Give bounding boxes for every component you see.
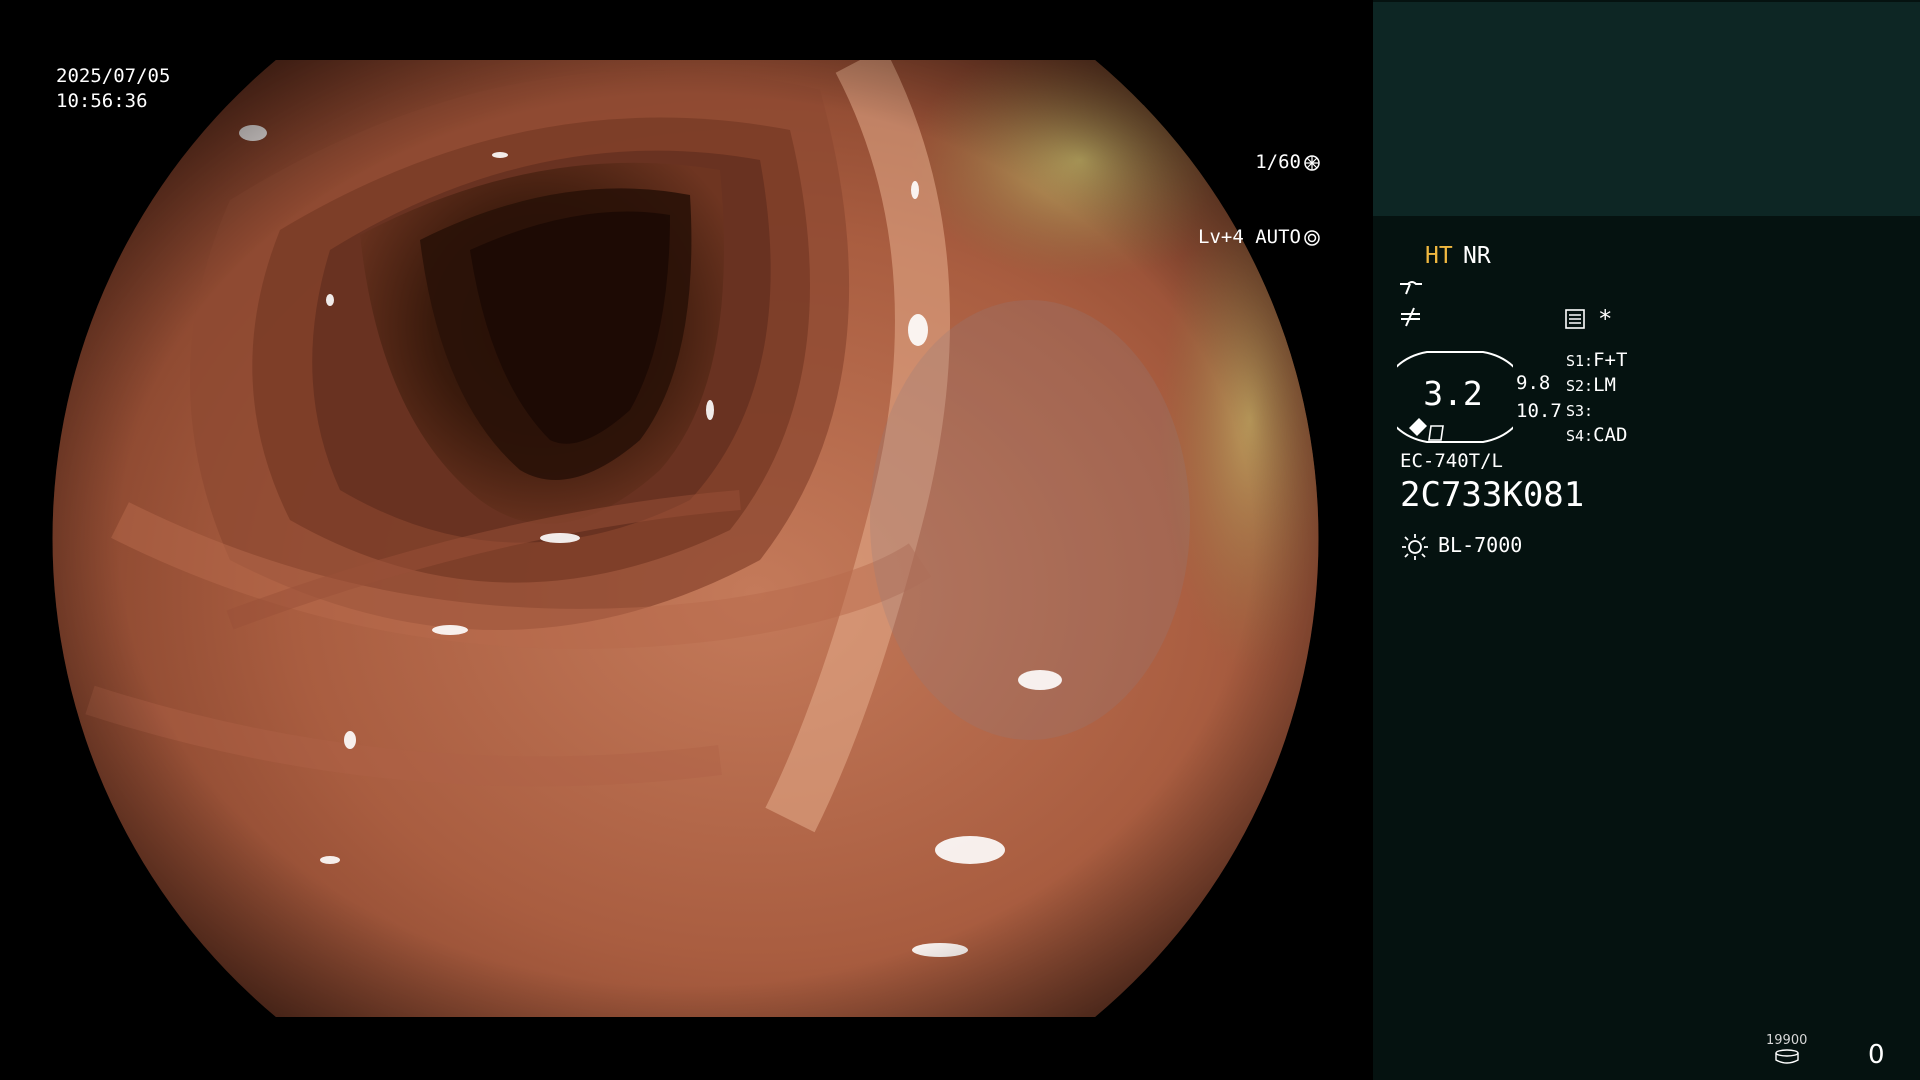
endoscopic-image <box>52 60 1319 1017</box>
storage-icon <box>1775 1049 1799 1064</box>
shutter-speed: 1/60 <box>1255 151 1301 173</box>
wave-icon <box>1400 281 1422 295</box>
scope-model: EC-740T/L <box>1400 450 1503 472</box>
switch-3: S3: <box>1566 399 1593 421</box>
iris-mode-icon <box>1304 229 1320 246</box>
light-source-model: BL-7000 <box>1438 533 1523 557</box>
scope-serial-number: 2C733K081 <box>1400 475 1585 515</box>
patient-info-area <box>1373 2 1920 216</box>
endoscopy-monitor: 2025/07/05 10:56:36 1/60 Lv+4 AUTO HT NR <box>0 0 1920 1080</box>
menu-icon <box>1565 309 1585 329</box>
info-panel: HT NR * 3.2 9.8 10.7 S1:F+T S2:LM S3: S4… <box>1373 0 1920 1080</box>
switch-4: S4:CAD <box>1566 424 1627 446</box>
switch-2-value: LM <box>1593 374 1616 396</box>
date-text: 2025/07/05 <box>56 65 171 87</box>
switch-4-key: S4: <box>1566 427 1594 445</box>
switch-1: S1:F+T <box>1566 349 1627 371</box>
switch-3-key: S3: <box>1566 402 1594 420</box>
switch-1-key: S1: <box>1566 352 1594 370</box>
mode-ht: HT <box>1425 243 1453 269</box>
time-text: 10:56:36 <box>56 90 148 112</box>
distance-value-2: 10.7 <box>1516 400 1562 422</box>
capture-count: 0 <box>1868 1040 1885 1070</box>
light-source-icon <box>1402 534 1428 560</box>
exposure-display: 1/60 Lv+4 AUTO <box>1198 100 1321 300</box>
switch-2: S2:LM <box>1566 374 1616 396</box>
asterisk-icon: * <box>1598 305 1613 333</box>
mode-nr: NR <box>1463 243 1491 269</box>
switch-1-value: F+T <box>1593 349 1628 371</box>
date-time-display: 2025/07/05 10:56:36 <box>56 64 170 114</box>
endoscope-live-view: 2025/07/05 10:56:36 1/60 Lv+4 AUTO <box>0 0 1373 1080</box>
distance-value-1: 9.8 <box>1516 372 1551 394</box>
iris-level: Lv+4 AUTO <box>1198 226 1301 248</box>
zoom-value: 3.2 <box>1423 374 1483 413</box>
filter-icon <box>1401 307 1420 327</box>
aperture-icon <box>1304 154 1320 171</box>
switch-2-key: S2: <box>1566 377 1594 395</box>
storage-remaining: 19900 <box>1766 1033 1808 1048</box>
switch-4-value: CAD <box>1593 424 1628 446</box>
